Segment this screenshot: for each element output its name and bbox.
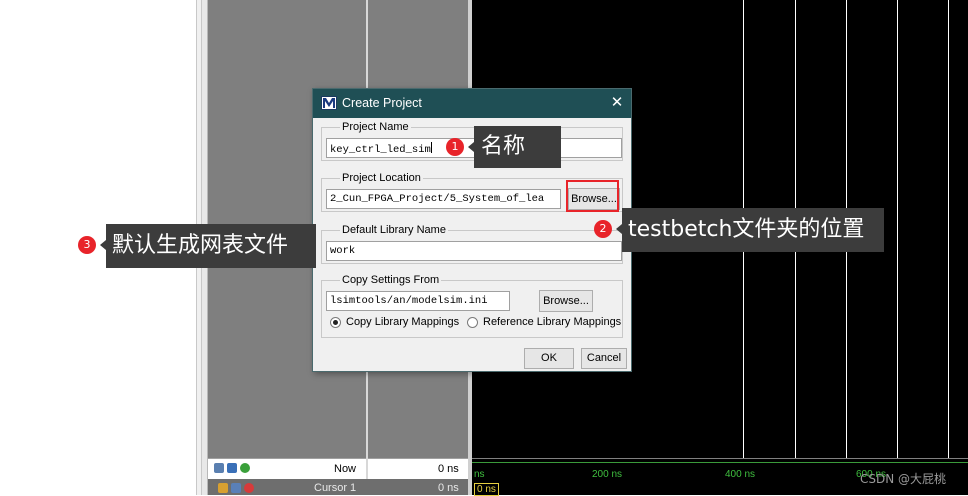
cursor-row[interactable]: Cursor 1 0 ns xyxy=(208,479,468,495)
annotation-badge-1: 1 xyxy=(446,138,464,156)
project-name-label: Project Name xyxy=(340,121,411,133)
project-location-input[interactable]: 2_Cun_FPGA_Project/5_System_of_lea xyxy=(326,189,561,209)
copy-settings-group: Copy Settings From lsimtools/an/modelsim… xyxy=(321,274,623,338)
copy-library-mappings-label[interactable]: Copy Library Mappings xyxy=(346,316,459,328)
reference-library-mappings-radio[interactable] xyxy=(467,317,478,328)
ruler-label: 400 ns xyxy=(725,469,756,480)
close-icon[interactable]: ✕ xyxy=(609,94,625,112)
remove-cursor-icon[interactable] xyxy=(244,483,254,493)
browse-highlight-box xyxy=(566,180,619,212)
cursor-value: 0 ns xyxy=(438,482,459,494)
cursor-label: Cursor 1 xyxy=(314,482,357,494)
project-location-label: Project Location xyxy=(340,172,423,184)
modelsim-logo-icon xyxy=(321,96,337,110)
ruler-axis xyxy=(472,462,968,469)
dialog-titlebar[interactable]: Create Project ✕ xyxy=(313,89,631,118)
grid-line xyxy=(897,0,898,458)
annotation-callout-2: testbetch文件夹的位置 xyxy=(622,208,884,252)
reference-library-mappings-label[interactable]: Reference Library Mappings xyxy=(483,316,621,328)
ruler-label: ns xyxy=(474,469,485,480)
now-value: 0 ns xyxy=(438,463,459,475)
annotation-callout-3: 默认生成网表文件 xyxy=(106,224,316,268)
dialog-title: Create Project xyxy=(342,96,422,110)
annotation-badge-2: 2 xyxy=(594,220,612,238)
cancel-button[interactable]: Cancel xyxy=(581,348,627,369)
cursor-marker[interactable]: 0 ns xyxy=(474,483,499,496)
default-library-group: Default Library Name work xyxy=(321,224,623,264)
copy-settings-browse-button[interactable]: Browse... xyxy=(539,290,593,312)
monitor-icon[interactable] xyxy=(227,463,237,473)
lock-icon[interactable] xyxy=(218,483,228,493)
now-label: Now xyxy=(334,463,357,475)
add-cursor-icon[interactable] xyxy=(240,463,250,473)
ok-button[interactable]: OK xyxy=(524,348,574,369)
copy-settings-label: Copy Settings From xyxy=(340,274,442,286)
wrench-icon[interactable] xyxy=(231,483,241,493)
create-project-dialog: Create Project ✕ Project Name key_ctrl_l… xyxy=(312,88,632,372)
ruler-label: 200 ns xyxy=(592,469,623,480)
watermark: CSDN @大屁桃 xyxy=(860,472,947,486)
default-library-input[interactable]: work xyxy=(326,241,622,261)
default-library-label: Default Library Name xyxy=(340,224,448,236)
copy-settings-input[interactable]: lsimtools/an/modelsim.ini xyxy=(326,291,510,311)
copy-library-mappings-radio[interactable] xyxy=(330,317,341,328)
annotation-badge-3: 3 xyxy=(78,236,96,254)
wave-sim-icon[interactable] xyxy=(214,463,224,473)
grid-line xyxy=(948,0,949,458)
radio-selected-dot xyxy=(333,320,338,325)
annotation-callout-1: 名称 xyxy=(474,126,561,168)
